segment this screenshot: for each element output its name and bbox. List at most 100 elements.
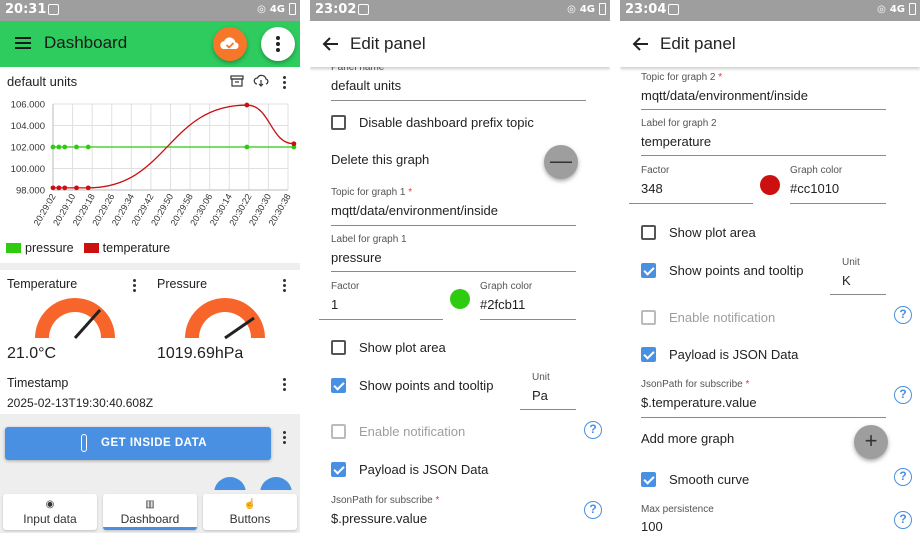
help-icon[interactable]: ? [894,306,912,324]
enable-notification-label: Enable notification [669,310,776,325]
chart-legend: pressure temperature [6,241,170,255]
show-points-label: Show points and tooltip [669,263,804,278]
unit-label: Unit [842,257,860,268]
topic1-label: Topic for graph 1 [331,187,406,198]
pressure-gauge [185,298,265,340]
nav-buttons[interactable]: ☝ Buttons [203,494,297,530]
max-persistence-field[interactable]: Max persistence 100 [641,499,886,533]
more-options-button[interactable] [261,27,295,61]
payload-json-label: Payload is JSON Data [669,347,799,362]
legend-label-pressure: pressure [25,241,74,255]
payload-json-checkbox[interactable] [331,462,346,477]
nav-input-data[interactable]: ◉ Input data [3,494,97,530]
help-icon[interactable]: ? [894,468,912,486]
network-type: 4G [269,3,285,15]
legend-label-temperature: temperature [102,241,171,255]
archive-icon[interactable] [230,75,244,87]
label2-label: Label for graph 2 [641,118,717,129]
jsonpath-label: JsonPath for subscribe [641,379,743,390]
status-bar: 23:02 ◎ 4G [310,0,610,21]
jsonpath-field[interactable]: JsonPath for subscribe * $.temperature.v… [641,375,886,418]
show-plot-area-label: Show plot area [359,340,446,355]
hotspot-icon: ◎ [877,3,886,15]
touch-icon: ☝ [243,499,257,510]
dashboard-screen: 20:31 ◎ 4G Dashboard default units 106.0… [0,0,300,533]
help-icon[interactable]: ? [584,501,602,519]
factor-field[interactable]: Factor 348 [629,161,753,204]
back-arrow-icon[interactable] [632,35,650,53]
get-inside-data-button[interactable]: GET INSIDE DATA [5,427,271,460]
timestamp-menu-icon[interactable] [283,378,286,393]
get-inside-data-label: GET INSIDE DATA [101,437,208,449]
label1-field[interactable]: Label for graph 1 pressure [331,230,576,272]
label1-label: Label for graph 1 [331,234,407,245]
payload-json-checkbox[interactable] [641,347,656,362]
topic2-field[interactable]: Topic for graph 2 * mqtt/data/environmen… [641,67,886,110]
menu-icon[interactable] [15,37,31,49]
help-icon[interactable]: ? [894,511,912,529]
data-point-pressure [85,144,91,150]
back-arrow-icon[interactable] [322,35,340,53]
add-graph-label: Add more graph [641,431,735,446]
pressure-menu-icon[interactable] [283,279,286,294]
help-icon[interactable]: ? [584,421,602,439]
line-chart: 106.000104.000102.000100.00098.00020:29:… [11,100,297,227]
jsonpath-label: JsonPath for subscribe [331,495,433,506]
max-persistence-label: Max persistence [641,504,714,515]
graph-color-field[interactable]: Graph color #cc1010 [790,161,886,204]
jsonpath-value: $.pressure.value [331,511,428,526]
unit-label: Unit [532,372,550,383]
hotspot-icon: ◎ [257,3,266,15]
show-points-checkbox[interactable] [331,378,346,393]
notification-icon [668,4,679,15]
topic1-value: mqtt/data/environment/inside [331,203,498,218]
notification-icon [358,4,369,15]
enable-notification-checkbox[interactable] [331,424,346,439]
chart-card: default units 106.000 104.000 102.000 100.0… [0,67,300,263]
label1-value: pressure [331,250,382,265]
show-plot-area-label: Show plot area [669,225,756,240]
more-vert-icon [276,36,280,52]
graph-color-swatch[interactable] [450,289,470,309]
data-point-pressure [74,144,79,150]
help-icon[interactable]: ? [894,386,912,404]
factor-value: 348 [641,181,663,196]
unit-field[interactable]: Unit K [830,253,886,295]
status-time: 23:04 [625,2,667,17]
add-graph-button[interactable]: + [854,425,888,459]
data-point-pressure [244,144,250,150]
show-plot-area-checkbox[interactable] [331,340,346,355]
data-point-pressure [50,144,56,150]
unit-field[interactable]: Unit Pa [520,368,576,410]
delete-graph-button[interactable]: — [544,145,578,179]
jsonpath-field[interactable]: JsonPath for subscribe * $.pressure.valu… [331,491,576,533]
enable-notification-checkbox[interactable] [641,310,656,325]
show-plot-area-checkbox[interactable] [641,225,656,240]
graph-color-swatch[interactable] [760,175,780,195]
factor-field[interactable]: Factor 1 [319,277,443,320]
temperature-menu-icon[interactable] [133,279,136,294]
label2-field[interactable]: Label for graph 2 temperature [641,114,886,156]
status-bar: 23:04 ◎ 4G [620,0,920,21]
data-point-temperature [56,185,62,191]
plus-icon: + [864,428,878,453]
smooth-curve-label: Smooth curve [669,472,750,487]
show-points-checkbox[interactable] [641,263,656,278]
button-menu-icon[interactable] [283,431,286,446]
smooth-curve-checkbox[interactable] [641,472,656,487]
disable-prefix-checkbox[interactable] [331,115,346,130]
required-mark: * [408,187,413,198]
cloud-connected-button[interactable] [213,27,247,61]
thermometer-icon [81,434,87,452]
y-tick-label: 104.000 [11,121,45,132]
disable-prefix-label: Disable dashboard prefix topic [359,115,534,130]
nav-buttons-label: Buttons [229,512,271,526]
timestamp-value: 2025-02-13T19:30:40.608Z [7,396,154,410]
cloud-download-icon[interactable] [253,74,269,87]
topic1-field[interactable]: Topic for graph 1 * mqtt/data/environmen… [331,183,576,226]
graph-color-field[interactable]: Graph color #2fcb11 [480,277,576,320]
divider [300,0,310,533]
chart-card-menu-icon[interactable] [283,76,286,91]
nav-dashboard[interactable]: ▥ Dashboard [103,494,197,530]
required-mark: * [435,495,440,506]
